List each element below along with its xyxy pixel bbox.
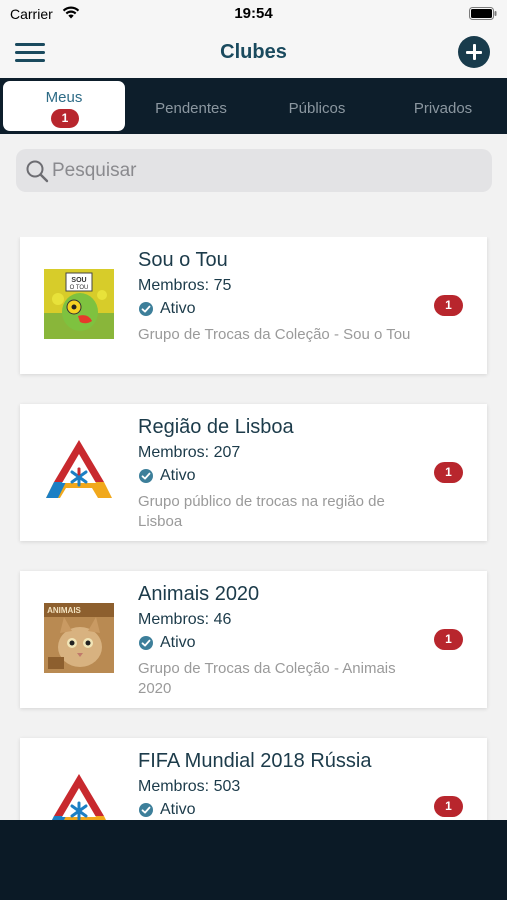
club-description: Grupo de Trocas da Coleção - Sou o Tou [138, 326, 411, 343]
club-status: Ativo [138, 634, 196, 652]
search-icon [26, 160, 49, 183]
tab-publicos[interactable]: Públicos [256, 81, 378, 131]
tab-badge: 1 [51, 109, 79, 128]
club-description: Grupo público de trocas na região de Lis… [138, 493, 385, 530]
club-description: Grupo de Trocas da Coleção - Animais 202… [138, 660, 396, 697]
triangle-logo-image [46, 440, 112, 498]
club-card-sou-o-tou[interactable]: SOU O TOU Sou o Tou Membros: 75 Ativo Gr… [20, 237, 487, 374]
tab-label: Privados [413, 100, 473, 117]
animais-cover-image: ANIMAIS [44, 603, 114, 673]
tab-bar: Meus 1 Pendentes Públicos Privados [0, 78, 507, 134]
club-status-label: Ativo [160, 467, 196, 484]
club-members-count: Membros: 46 [138, 611, 232, 628]
svg-text:O TOU: O TOU [70, 285, 89, 291]
tab-label: Pendentes [155, 100, 227, 117]
club-name: FIFA Mundial 2018 Rússia [138, 750, 372, 772]
club-list: SOU O TOU Sou o Tou Membros: 75 Ativo Gr… [0, 237, 507, 820]
tab-pendentes[interactable]: Pendentes [130, 81, 252, 131]
status-bar: Carrier 19:54 [0, 0, 507, 28]
club-status: Ativo [138, 300, 196, 318]
check-badge-icon [139, 636, 153, 650]
nav-bar: Clubes [0, 28, 507, 78]
tab-meus[interactable]: Meus 1 [3, 81, 125, 131]
bottom-bar [0, 820, 507, 900]
club-card-regiao-de-lisboa[interactable]: Região de Lisboa Membros: 207 Ativo Grup… [20, 404, 487, 541]
club-status-label: Ativo [160, 300, 196, 317]
svg-text:ANIMAIS: ANIMAIS [47, 606, 81, 615]
club-members-count: Membros: 75 [138, 277, 232, 294]
club-status-label: Ativo [160, 801, 196, 818]
club-name: Animais 2020 [138, 583, 260, 605]
check-badge-icon [139, 803, 153, 817]
triangle-logo-image [52, 774, 106, 820]
hamburger-menu-icon[interactable] [15, 42, 45, 64]
status-time: 19:54 [234, 5, 273, 22]
svg-text:SOU: SOU [71, 277, 86, 284]
club-status-label: Ativo [160, 634, 196, 651]
club-members-count: Membros: 207 [138, 444, 241, 461]
sou-o-tou-cover-image: SOU O TOU [44, 269, 114, 339]
check-badge-icon [139, 302, 153, 316]
add-club-button[interactable] [458, 36, 490, 68]
check-badge-icon [139, 469, 153, 483]
club-status: Ativo [138, 467, 196, 485]
club-status: Ativo [138, 801, 196, 819]
battery-icon [469, 7, 497, 20]
page-title: Clubes [220, 41, 287, 63]
club-name: Sou o Tou [138, 249, 228, 271]
search-input[interactable] [52, 149, 482, 192]
notification-badge: 1 [434, 462, 463, 483]
notification-badge: 1 [434, 629, 463, 650]
club-card-fifa-mundial-2018[interactable]: FIFA Mundial 2018 Rússia Membros: 503 At… [20, 738, 487, 820]
tab-privados[interactable]: Privados [382, 81, 504, 131]
club-card-animais-2020[interactable]: ANIMAIS Animais 2020 Membros: 46 Ativo G… [20, 571, 487, 708]
notification-badge: 1 [434, 295, 463, 316]
club-name: Região de Lisboa [138, 416, 294, 438]
club-members-count: Membros: 503 [138, 778, 241, 795]
notification-badge: 1 [434, 796, 463, 817]
tab-label: Meus [45, 89, 83, 106]
search-bar [16, 149, 492, 192]
tab-label: Públicos [288, 100, 346, 117]
